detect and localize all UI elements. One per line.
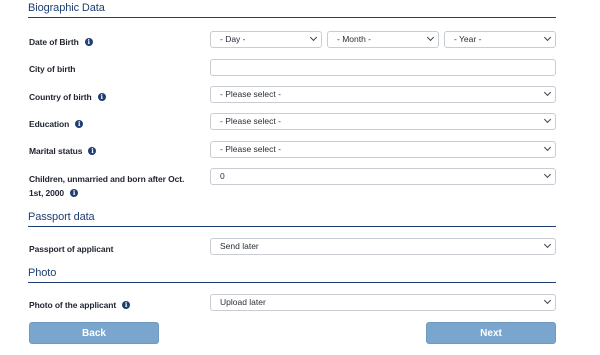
education-value: - Please select - — [220, 116, 281, 126]
education-label: Education i — [29, 117, 199, 131]
info-icon[interactable]: i — [84, 37, 93, 46]
passport-label: Passport of applicant — [29, 244, 114, 254]
info-icon[interactable]: i — [97, 92, 106, 101]
info-icon[interactable]: i — [122, 300, 131, 309]
marital-status-select[interactable]: - Please select - — [210, 141, 556, 158]
education-label-text: Education — [29, 119, 70, 129]
city-label: City of birth — [29, 64, 76, 74]
children-label-line1: Children, unmarried and born after Oct. — [29, 174, 185, 184]
info-icon[interactable]: i — [70, 188, 79, 197]
chevron-down-icon — [543, 88, 552, 97]
passport-value: Send later — [220, 241, 259, 251]
marital-label-text: Marital status — [29, 146, 83, 156]
chevron-down-icon — [426, 33, 435, 42]
country-of-birth-select[interactable]: - Please select - — [210, 86, 556, 103]
children-value: 0 — [220, 171, 225, 181]
chevron-down-icon — [543, 143, 552, 152]
chevron-down-icon — [543, 170, 552, 179]
dob-year-value: - Year - — [454, 34, 482, 44]
country-label: Country of birth i — [29, 90, 199, 104]
section-title-biographic: Biographic Data — [28, 2, 556, 18]
dob-month-value: - Month - — [337, 34, 372, 44]
chevron-down-icon — [543, 33, 552, 42]
back-button[interactable]: Back — [29, 322, 159, 344]
chevron-down-icon — [543, 240, 552, 249]
children-select[interactable]: 0 — [210, 168, 556, 185]
dob-label: Date of Birth i — [29, 35, 199, 49]
dob-year-select[interactable]: - Year - — [444, 31, 556, 48]
dob-day-value: - Day - — [220, 34, 246, 44]
children-label-line2: 1st, 2000 — [29, 188, 65, 198]
photo-label: Photo of the applicant i — [29, 298, 199, 312]
section-title-passport: Passport data — [28, 211, 556, 227]
marital-label: Marital status i — [29, 144, 199, 158]
passport-select[interactable]: Send later — [210, 238, 556, 255]
chevron-down-icon — [309, 33, 318, 42]
country-label-text: Country of birth — [29, 92, 92, 102]
photo-value: Upload later — [220, 297, 266, 307]
next-button[interactable]: Next — [426, 322, 556, 344]
photo-label-text: Photo of the applicant — [29, 300, 117, 310]
city-of-birth-input[interactable] — [210, 59, 556, 76]
education-select[interactable]: - Please select - — [210, 113, 556, 130]
chevron-down-icon — [543, 296, 552, 305]
chevron-down-icon — [543, 115, 552, 124]
children-label: Children, unmarried and born after Oct. … — [29, 172, 204, 200]
photo-select[interactable]: Upload later — [210, 294, 556, 311]
info-icon[interactable]: i — [88, 146, 97, 155]
marital-status-value: - Please select - — [220, 144, 281, 154]
children-label-line2-wrap: 1st, 2000 i — [29, 186, 204, 200]
dob-label-text: Date of Birth — [29, 37, 79, 47]
info-icon[interactable]: i — [75, 119, 84, 128]
section-title-photo: Photo — [28, 267, 556, 283]
dob-month-select[interactable]: - Month - — [327, 31, 439, 48]
country-of-birth-value: - Please select - — [220, 89, 281, 99]
dob-day-select[interactable]: - Day - — [210, 31, 322, 48]
